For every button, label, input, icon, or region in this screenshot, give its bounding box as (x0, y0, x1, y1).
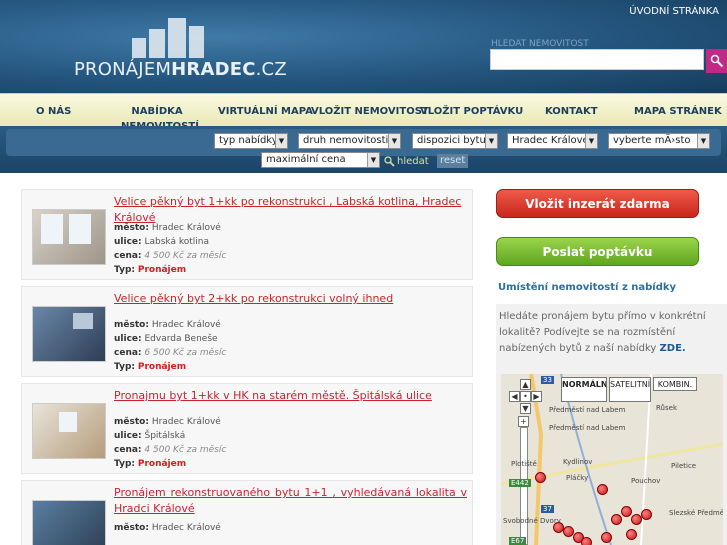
chevron-down-icon: ▼ (585, 134, 597, 148)
map-place-label: Pouchov (631, 477, 661, 485)
map-marker[interactable] (601, 532, 612, 543)
listing-photo[interactable] (32, 500, 106, 545)
nav-item-vlozit-poptavku[interactable]: VLOŽIT POPTÁVKU (420, 104, 523, 119)
map-type-satellite[interactable]: SATELITNÍ (609, 377, 651, 402)
listing-title[interactable]: Pronájem rekonstruovaného bytu 1+1 , vyh… (114, 485, 467, 517)
map-type-combined[interactable]: KOMBIN. (653, 377, 697, 391)
pan-right-icon[interactable]: ▶ (531, 391, 542, 402)
pan-up-icon[interactable]: ▲ (520, 379, 531, 390)
search-input[interactable] (490, 49, 704, 70)
max-price-select[interactable]: maximální cena ▼ (261, 152, 380, 168)
map-place-label: Slezské Předměstí (669, 509, 723, 517)
offer-type-select[interactable]: typ nabídky ▼ (214, 133, 288, 149)
road-label-33: 33 (541, 376, 554, 384)
list-item[interactable]: Velice pěkný byt 2+kk po rekonstrukci vo… (21, 286, 473, 377)
map-place-label: Předměstí nad Labem (549, 424, 626, 432)
pan-center-icon[interactable]: • (520, 391, 531, 402)
insert-ad-button[interactable]: Vložit inzerát zdarma (496, 189, 699, 218)
nav-item-vlozit-nemovitost[interactable]: VLOŽIT NEMOVITOST (311, 104, 429, 119)
map-marker[interactable] (597, 484, 608, 495)
map-type-normal[interactable]: NORMÁLNÍ (561, 377, 607, 402)
search-button[interactable] (706, 49, 727, 73)
nav-item-kontakt[interactable]: KONTAKT (545, 104, 598, 119)
search-icon (710, 54, 723, 68)
listing-details: město: Hradec Králové ulice: Edvarda Ben… (114, 320, 227, 372)
road-label-37: 37 (541, 505, 554, 513)
district-select[interactable]: vyberte mÄ›sto ▼ (608, 133, 710, 149)
disposition-select[interactable]: dispozici bytu ▼ (412, 133, 498, 149)
pan-left-icon[interactable]: ◀ (509, 391, 520, 402)
nav-item-o-nas[interactable]: O NÁS (36, 104, 71, 119)
listing-photo[interactable] (32, 403, 106, 459)
map-marker[interactable] (535, 472, 546, 483)
logo-text: PRONÁJEMHRADEC.CZ (74, 59, 287, 80)
chevron-down-icon: ▼ (275, 134, 287, 148)
road-label-e67: E67 (509, 537, 527, 545)
map-marker[interactable] (641, 509, 652, 520)
site-header: PRONÁJEMHRADEC.CZ ÚVODNÍ STRÁNKA HLEDAT … (0, 0, 727, 93)
filter-search-button[interactable]: hledat (384, 154, 429, 168)
road-label-e442: E442 (509, 479, 531, 487)
map-place-label: Předměstí nad Labem (549, 406, 626, 414)
listing-title[interactable]: Pronajmu byt 1+kk v HK na starém městě. … (114, 388, 467, 404)
map-place-label: Svobodné Dvory (503, 517, 561, 525)
list-item[interactable]: Pronajmu byt 1+kk v HK na starém městě. … (21, 383, 473, 474)
map-marker[interactable] (621, 506, 632, 517)
listing-details: město: Hradec Králové ulice: Špitálská c… (114, 417, 227, 469)
nav-item-virtualni-mapa[interactable]: VIRTUÁLNÍ MAPA (218, 104, 313, 119)
map-info-text: Hledáte pronájem bytu přímo v konkrétní … (499, 311, 706, 354)
list-item[interactable]: Pronájem rekonstruovaného bytu 1+1 , vyh… (21, 480, 473, 545)
map-place-label: Pláčky (566, 474, 589, 482)
listing-title[interactable]: Velice pěkný byt 2+kk po rekonstrukci vo… (114, 291, 467, 307)
nav-item-mapa-stranek[interactable]: MAPA STRÁNEK (634, 104, 722, 119)
map-marker[interactable] (611, 514, 622, 525)
listing-details: město: Hradec Králové ulice: Labská kotl… (114, 223, 227, 275)
map-place-label: Piletice (671, 462, 697, 470)
property-kind-select[interactable]: druh nemovitosti ▼ (298, 133, 401, 149)
map-place-label: Kydlinov (563, 458, 593, 466)
map-marker[interactable] (626, 529, 637, 540)
listing-photo[interactable] (32, 209, 106, 265)
main-nav: O NÁS NABÍDKA NEMOVITOSTÍ VIRTUÁLNÍ MAPA… (0, 93, 727, 132)
property-map[interactable]: NORMÁLNÍ SATELITNÍ KOMBIN. ▲ ◀ • ▶ ▼ + 3… (501, 374, 723, 545)
pan-down-icon[interactable]: ▼ (520, 403, 531, 414)
send-request-button[interactable]: Poslat poptávku (496, 237, 699, 266)
map-place-label: Plotiště (511, 460, 537, 468)
listing-photo[interactable] (32, 306, 106, 362)
list-item[interactable]: Velice pěkný byt 1+kk po rekonstrukci , … (21, 189, 473, 280)
map-here-link[interactable]: ZDE. (660, 343, 686, 354)
listing-details: město: Hradec Králové (114, 523, 221, 533)
filter-reset-button[interactable]: reset (437, 154, 469, 168)
search-label: HLEDAT NEMOVITOST (491, 39, 589, 49)
chevron-down-icon: ▼ (485, 134, 497, 148)
site-logo[interactable]: PRONÁJEMHRADEC.CZ (74, 18, 287, 84)
map-info-box: Hledáte pronájem bytu přímo v konkrétní … (496, 304, 727, 545)
map-place-label: Růsek (656, 404, 677, 412)
chevron-down-icon: ▼ (388, 134, 400, 148)
chevron-down-icon: ▼ (367, 153, 379, 167)
map-section-heading: Umístění nemovitostí z nabídky (498, 282, 677, 293)
search-icon (384, 155, 395, 167)
city-select[interactable]: Hradec Králové ▼ (507, 133, 598, 149)
home-link[interactable]: ÚVODNÍ STRÁNKA (629, 6, 719, 17)
zoom-in-icon[interactable]: + (518, 416, 529, 427)
map-marker[interactable] (581, 537, 592, 545)
chevron-down-icon: ▼ (697, 134, 709, 148)
